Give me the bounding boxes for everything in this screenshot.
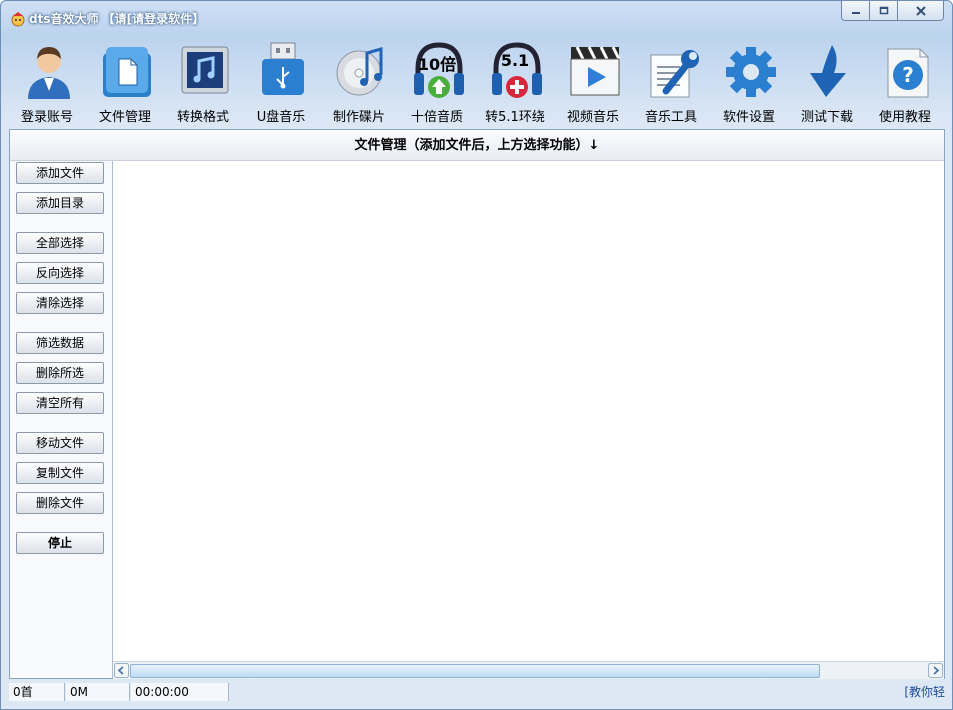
- svg-text:?: ?: [902, 63, 914, 87]
- surround-badge: 5.1: [500, 51, 530, 70]
- minimize-icon: [851, 11, 860, 14]
- toolbar-label: 十倍音质: [410, 110, 463, 125]
- delete-file-button[interactable]: 删除文件: [16, 492, 104, 514]
- add-directory-button[interactable]: 添加目录: [16, 192, 104, 214]
- copy-file-button[interactable]: 复制文件: [16, 462, 104, 484]
- scrollbar-thumb[interactable]: [130, 664, 820, 678]
- filter-data-button[interactable]: 筛选数据: [16, 332, 104, 354]
- horizontal-scrollbar[interactable]: [113, 661, 944, 679]
- toolbar-label: 转换格式: [176, 110, 229, 125]
- folder-icon: [103, 47, 151, 97]
- maximize-button[interactable]: [869, 1, 898, 21]
- toolbar-music-tools[interactable]: 音乐工具: [632, 37, 710, 127]
- minimize-button[interactable]: [841, 1, 870, 21]
- status-track-count: 0首: [9, 683, 65, 701]
- stop-button[interactable]: 停止: [16, 532, 104, 554]
- wrench-icon: [650, 50, 699, 98]
- delete-selected-button[interactable]: 删除所选: [16, 362, 104, 384]
- toolbar-label: 视频音乐: [566, 110, 619, 125]
- disc-icon: [336, 47, 383, 96]
- toolbar-label: U盘音乐: [256, 110, 306, 125]
- title-bar[interactable]: dts音效大师 【请[请登录软件】: [1, 1, 952, 35]
- status-total-size: 0M: [66, 683, 130, 701]
- move-file-button[interactable]: 移动文件: [16, 432, 104, 454]
- toolbar-label: 转5.1环绕: [485, 110, 545, 125]
- clear-all-button[interactable]: 清空所有: [16, 392, 104, 414]
- video-icon: [570, 46, 621, 96]
- file-list[interactable]: [113, 161, 944, 661]
- toolbar-file-management[interactable]: 文件管理: [86, 37, 164, 127]
- toolbar-convert-format[interactable]: 转换格式: [164, 37, 242, 127]
- select-all-button[interactable]: 全部选择: [16, 232, 104, 254]
- usb-drive-icon: [262, 42, 304, 95]
- toolbar-software-settings[interactable]: 软件设置: [710, 37, 788, 127]
- music-note-icon: [181, 46, 229, 94]
- toolbar-login-account[interactable]: 登录账号: [8, 37, 86, 127]
- toolbar-label: 使用教程: [878, 110, 931, 125]
- toolbar-label: 文件管理: [98, 110, 151, 125]
- app-window: dts音效大师 【请[请登录软件】 登录账号 文件管理 转换格式 U盘音乐 制作…: [0, 0, 953, 710]
- status-duration: 00:00:00: [131, 683, 229, 701]
- toolbar-usb-music[interactable]: U盘音乐: [242, 37, 320, 127]
- headphones-plus-icon: [492, 42, 542, 98]
- file-management-panel: 文件管理（添加文件后，上方选择功能）↓ 添加文件 添加目录 全部选择 反向选择 …: [9, 129, 945, 679]
- help-icon: ?: [887, 48, 929, 98]
- app-logo-icon: [11, 12, 25, 27]
- toolbar-tenfold-quality[interactable]: 10倍 十倍音质: [398, 37, 476, 127]
- tutorial-link[interactable]: [教你轻: [904, 683, 945, 701]
- toolbar-surround-51[interactable]: 5.1 转5.1环绕: [476, 37, 554, 127]
- close-icon: [915, 5, 926, 16]
- toolbar-label: 软件设置: [722, 110, 775, 125]
- toolbar-video-music[interactable]: 视频音乐: [554, 37, 632, 127]
- toolbar-label: 制作碟片: [332, 110, 385, 125]
- sidebar: 添加文件 添加目录 全部选择 反向选择 清除选择 筛选数据 删除所选 清空所有 …: [10, 161, 113, 678]
- toolbar-label: 测试下载: [800, 110, 853, 125]
- scroll-right-icon[interactable]: [928, 663, 943, 678]
- download-arrow-icon: [810, 45, 846, 97]
- window-controls: [841, 1, 944, 21]
- main-toolbar: 登录账号 文件管理 转换格式 U盘音乐 制作碟片 10倍 十倍音质 5.1 转5…: [8, 37, 946, 127]
- clear-selection-button[interactable]: 清除选择: [16, 292, 104, 314]
- status-bar: 0首 0M 00:00:00 [教你轻: [9, 681, 945, 703]
- maximize-icon: [879, 6, 888, 15]
- add-file-button[interactable]: 添加文件: [16, 162, 104, 184]
- toolbar-burn-disc[interactable]: 制作碟片: [320, 37, 398, 127]
- toolbar-label: 登录账号: [20, 110, 73, 125]
- invert-selection-button[interactable]: 反向选择: [16, 262, 104, 284]
- quality-badge: 10倍: [417, 55, 457, 74]
- toolbar-user-guide[interactable]: ? 使用教程: [866, 37, 944, 127]
- window-title: dts音效大师 【请[请登录软件】: [29, 12, 205, 26]
- toolbar-test-download[interactable]: 测试下载: [788, 37, 866, 127]
- gear-icon: [726, 47, 776, 97]
- close-button[interactable]: [897, 1, 944, 21]
- section-title: 文件管理（添加文件后，上方选择功能）↓: [10, 130, 944, 161]
- toolbar-label: 音乐工具: [644, 110, 697, 125]
- user-icon: [28, 47, 70, 99]
- scroll-left-icon[interactable]: [114, 663, 129, 678]
